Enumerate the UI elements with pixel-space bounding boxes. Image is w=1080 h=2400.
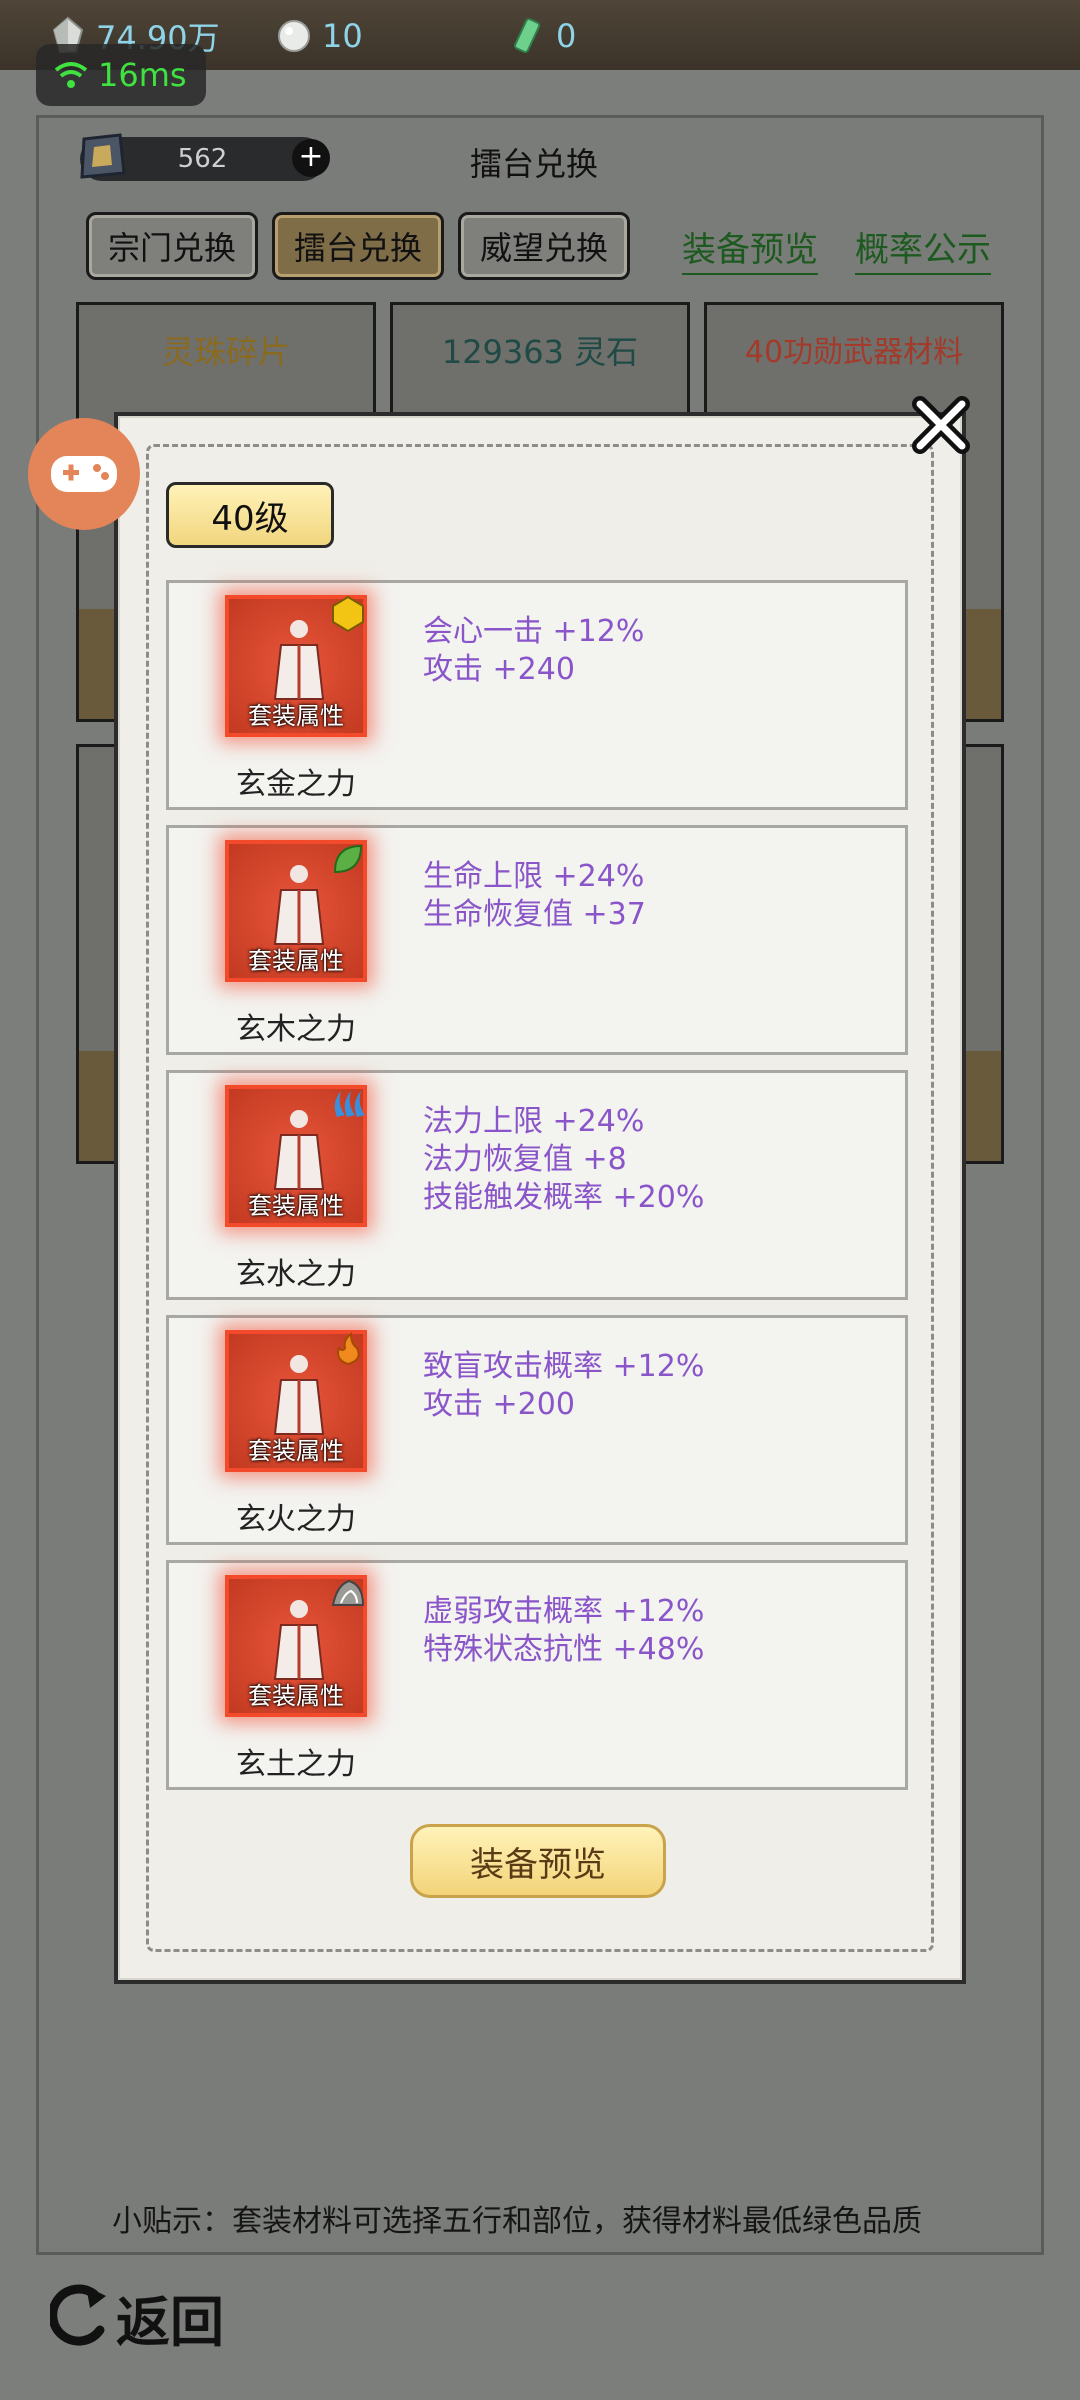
network-ping: 16ms [36,44,206,106]
level-badge: 40级 [166,482,334,548]
armor-figure-icon [273,1110,325,1190]
fire-icon [337,1331,360,1366]
ping-value: 16ms [98,56,187,94]
arena-token-icon [80,133,126,179]
armor-figure-icon [273,1600,325,1680]
stat-line: 法力恢复值 +8 [423,1142,627,1177]
stat-line: 攻击 +240 [423,652,575,687]
set-icon[interactable]: 套装属性 [225,1330,367,1472]
equipment-preview-button[interactable]: 装备预览 [410,1824,666,1898]
set-stats: 会心一击 +12% 攻击 +240 [423,613,644,689]
set-row-metal: 套装属性 玄金之力 会心一击 +12% 攻击 +240 [166,580,908,810]
set-icon[interactable]: 套装属性 [225,1575,367,1717]
tab-prestige-exchange[interactable]: 威望兑换 [458,212,630,280]
armor-figure-icon [273,865,325,945]
tab-sect-exchange[interactable]: 宗门兑换 [86,212,258,280]
set-attribute-tag: 套装属性 [248,1192,344,1220]
equipment-preview-link[interactable]: 装备预览 [682,222,818,275]
set-stats: 虚弱攻击概率 +12% 特殊状态抗性 +48% [423,1593,704,1669]
stat-line: 特殊状态抗性 +48% [423,1632,705,1667]
stat-line: 法力上限 +24% [423,1104,645,1139]
set-row-earth: 套装属性 玄土之力 虚弱攻击概率 +12% 特殊状态抗性 +48% [166,1560,908,1790]
stat-line: 生命恢复值 +37 [423,897,646,932]
set-stats: 法力上限 +24% 法力恢复值 +8 技能触发概率 +20% [423,1103,704,1217]
set-row-wood: 套装属性 玄木之力 生命上限 +24% 生命恢复值 +37 [166,825,908,1055]
add-token-button[interactable]: + [292,139,330,177]
set-row-fire: 套装属性 玄火之力 致盲攻击概率 +12% 攻击 +200 [166,1315,908,1545]
set-row-water: 套装属性 玄水之力 法力上限 +24% 法力恢复值 +8 技能触发概率 +20% [166,1070,908,1300]
set-attribute-tag: 套装属性 [248,1437,344,1465]
armor-figure-icon [273,1355,325,1435]
scroll-icon [513,18,541,54]
set-attribute-tag: 套装属性 [248,1682,344,1710]
set-icon[interactable]: 套装属性 [225,595,367,737]
stat-line: 致盲攻击概率 +12% [423,1349,705,1384]
set-stats: 生命上限 +24% 生命恢复值 +37 [423,858,646,934]
back-label: 返回 [116,2289,224,2354]
tip-text: 小贴示：套装材料可选择五行和部位，获得材料最低绿色品质 [112,2204,922,2239]
pearl-value: 10 [322,17,363,55]
scroll-value: 0 [556,17,577,55]
set-attribute-tag: 套装属性 [248,702,344,730]
armor-figure-icon [273,620,325,700]
set-attribute-tag: 套装属性 [248,947,344,975]
set-icon[interactable]: 套装属性 [225,1085,367,1227]
stat-line: 攻击 +200 [423,1387,575,1422]
set-icon[interactable]: 套装属性 [225,840,367,982]
back-arrow-icon [50,2284,106,2346]
set-name: 玄土之力 [236,1747,356,1782]
wifi-icon [54,62,88,88]
pearl-resource: 10 [276,14,363,58]
water-icon [334,1091,365,1117]
floating-gamepad-button[interactable] [28,418,140,530]
card-title: 40功勋武器材料 [744,335,964,370]
card-title: 灵珠碎片 [161,333,290,371]
card-title: 129363 灵石 [441,333,639,371]
probability-link[interactable]: 概率公示 [855,222,991,275]
stat-line: 技能触发概率 +20% [423,1180,705,1215]
stat-line: 会心一击 +12% [423,614,645,649]
close-icon [912,396,970,454]
close-button[interactable] [906,390,976,460]
set-name: 玄金之力 [236,767,356,802]
set-stats: 致盲攻击概率 +12% 攻击 +200 [423,1348,704,1424]
back-button[interactable]: 返回 [50,2282,240,2354]
tab-arena-exchange[interactable]: 擂台兑换 [272,212,444,280]
set-name: 玄水之力 [236,1257,356,1292]
stat-line: 生命上限 +24% [423,859,645,894]
wood-icon [333,844,363,874]
page-title: 擂台兑换 [470,145,599,183]
set-name: 玄木之力 [236,1012,356,1047]
gamepad-icon [51,456,117,492]
stat-line: 虚弱攻击概率 +12% [423,1594,705,1629]
exchange-header: 562 + 擂台兑换 [80,133,1000,185]
set-name: 玄火之力 [236,1502,356,1537]
earth-icon [331,1579,365,1606]
pearl-icon [278,20,310,52]
arena-token-value: 562 [177,144,228,174]
scroll-resource: 0 [510,14,576,58]
metal-icon [332,595,364,633]
